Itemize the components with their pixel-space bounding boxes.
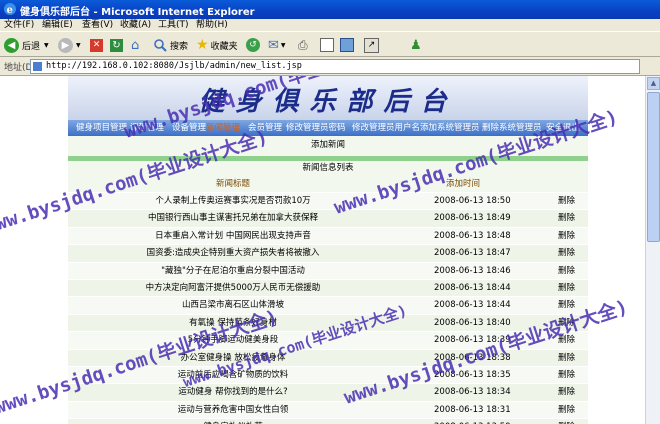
news-time: 2008-06-13 13:59 bbox=[434, 419, 511, 424]
refresh-button[interactable]: ↻ bbox=[110, 36, 123, 54]
delete-link[interactable]: 删除 bbox=[558, 419, 575, 424]
back-arrow-icon: ◀ bbox=[4, 37, 19, 53]
delete-link[interactable]: 删除 bbox=[558, 402, 575, 419]
ie-icon: e bbox=[4, 3, 16, 16]
search-label: 搜索 bbox=[170, 41, 189, 52]
chevron-down-icon: ▼ bbox=[280, 41, 286, 49]
print-icon: ⎙ bbox=[298, 37, 308, 52]
favorites-label: 收藏夹 bbox=[210, 41, 238, 52]
nav-change-username[interactable]: 修改管理员用户名 bbox=[352, 120, 420, 136]
nav-add-admin[interactable]: 添加系统管理员 bbox=[420, 120, 480, 136]
news-time: 2008-06-13 18:46 bbox=[434, 265, 511, 276]
news-time: 2008-06-13 18:48 bbox=[434, 230, 511, 241]
discuss-button[interactable] bbox=[340, 36, 354, 54]
forward-button[interactable]: ▶ ▼ bbox=[58, 36, 81, 54]
news-time: 2008-06-13 18:50 bbox=[434, 196, 511, 206]
news-title[interactable]: 中方决定向阿富汗提供5000万人民币无偿援助 bbox=[68, 280, 398, 297]
delete-link[interactable]: 删除 bbox=[558, 367, 575, 384]
news-title[interactable]: "藏独"分子在尼泊尔重启分裂中国活动 bbox=[68, 263, 398, 280]
news-title[interactable]: 国资委:造成央企特别重大资产损失者将被撤入 bbox=[68, 245, 398, 262]
address-input[interactable]: http://192.168.0.102:8080/Jsjlb/admin/ne… bbox=[30, 59, 640, 74]
news-row: 中国银行西山事主谋害托兄弟在加拿大获保释 2008-06-13 18:49 删除 bbox=[68, 209, 588, 228]
home-button[interactable]: ⌂ bbox=[131, 36, 139, 54]
news-row: 健身房礼仪礼节 2008-06-13 13:59 删除 bbox=[68, 418, 588, 424]
history-button[interactable]: ↺ bbox=[246, 36, 260, 54]
scroll-up-arrow-icon[interactable]: ▲ bbox=[647, 77, 660, 90]
news-title[interactable]: 日本重启入常计划 中国网民出现支持声音 bbox=[68, 228, 398, 245]
refresh-icon: ↻ bbox=[110, 38, 123, 52]
menu-edit[interactable]: 编辑(E) bbox=[42, 19, 73, 31]
menu-favorites[interactable]: 收藏(A) bbox=[120, 19, 151, 31]
news-time: 2008-06-13 18:44 bbox=[434, 300, 511, 311]
news-time: 2008-06-13 18:49 bbox=[434, 213, 511, 224]
news-time: 2008-06-13 18:34 bbox=[434, 387, 511, 398]
news-time: 2008-06-13 18:47 bbox=[434, 248, 511, 259]
delete-link[interactable]: 删除 bbox=[558, 228, 575, 245]
favorites-button[interactable]: ★ 收藏夹 bbox=[196, 36, 238, 54]
page-viewport: 健身俱乐部后台 健身项目管理 课程管理 设备管理 新闻管理 会员管理 修改管理员… bbox=[0, 76, 645, 424]
print-button[interactable]: ⎙ bbox=[298, 36, 308, 54]
news-row: 国资委:造成央企特别重大资产损失者将被撤入 2008-06-13 18:47 删除 bbox=[68, 244, 588, 263]
scroll-thumb[interactable] bbox=[647, 92, 660, 242]
window-title-bar: e 健身俱乐部后台 - Microsoft Internet Explorer bbox=[0, 0, 660, 19]
discuss-icon bbox=[340, 38, 354, 52]
news-time: 2008-06-13 18:40 bbox=[434, 317, 511, 328]
research-button[interactable]: ↗ bbox=[364, 36, 379, 54]
home-icon: ⌂ bbox=[131, 37, 140, 53]
news-row: 运动健身 帮你找到的是什么? 2008-06-13 18:34 删除 bbox=[68, 383, 588, 402]
menu-tools[interactable]: 工具(T) bbox=[158, 19, 189, 31]
window-title: 健身俱乐部后台 - Microsoft Internet Explorer bbox=[20, 7, 255, 18]
menu-help[interactable]: 帮助(H) bbox=[196, 19, 228, 31]
page-icon bbox=[33, 62, 42, 71]
delete-link[interactable]: 删除 bbox=[558, 245, 575, 262]
news-title[interactable]: 健身房礼仪礼节 bbox=[68, 419, 398, 424]
messenger-icon: ♟ bbox=[410, 37, 422, 53]
mail-icon: ✉ bbox=[268, 37, 279, 53]
mail-button[interactable]: ✉ ▼ bbox=[268, 36, 286, 54]
back-label: 后退 bbox=[22, 41, 41, 52]
news-row: 日本重启入常计划 中国网民出现支持声音 2008-06-13 18:48 删除 bbox=[68, 226, 588, 245]
back-button[interactable]: ◀ 后退 ▼ bbox=[4, 36, 49, 54]
news-row: "藏独"分子在尼泊尔重启分裂中国活动 2008-06-13 18:46 删除 bbox=[68, 261, 588, 280]
news-row: 运动与营养危害中国女性白领 2008-06-13 18:31 删除 bbox=[68, 400, 588, 419]
stop-button[interactable]: ✕ bbox=[90, 36, 103, 54]
delete-link[interactable]: 删除 bbox=[558, 263, 575, 280]
delete-link[interactable]: 删除 bbox=[558, 210, 575, 227]
edit-icon bbox=[320, 38, 334, 52]
star-icon: ★ bbox=[196, 37, 209, 53]
nav-project[interactable]: 健身项目管理 bbox=[76, 120, 127, 136]
delete-link[interactable]: 删除 bbox=[558, 350, 575, 367]
stop-icon: ✕ bbox=[90, 38, 103, 52]
research-icon: ↗ bbox=[364, 37, 379, 53]
delete-link[interactable]: 删除 bbox=[558, 280, 575, 297]
address-bar: 地址(D) http://192.168.0.102:8080/Jsjlb/ad… bbox=[0, 57, 660, 76]
news-row: 中方决定向阿富汗提供5000万人民币无偿援助 2008-06-13 18:44 删除 bbox=[68, 279, 588, 297]
search-icon bbox=[154, 38, 167, 52]
chevron-down-icon: ▼ bbox=[44, 41, 49, 49]
menu-file[interactable]: 文件(F) bbox=[4, 19, 34, 31]
news-time: 2008-06-13 18:44 bbox=[434, 283, 511, 293]
chevron-down-icon: ▼ bbox=[76, 41, 81, 49]
news-time: 2008-06-13 18:31 bbox=[434, 404, 511, 415]
svg-text:e: e bbox=[7, 5, 13, 16]
vertical-scrollbar[interactable]: ▲ bbox=[645, 76, 660, 424]
delete-link[interactable]: 删除 bbox=[558, 193, 575, 210]
toolbar: ◀ 后退 ▼ ▶ ▼ ✕ ↻ ⌂ 搜索 ★ 收藏夹 ↺ ✉ ▼ ⎙ ↗ ♟ bbox=[0, 31, 660, 57]
forward-arrow-icon: ▶ bbox=[58, 37, 73, 53]
messenger-button[interactable]: ♟ bbox=[410, 36, 422, 54]
search-button[interactable]: 搜索 bbox=[154, 36, 188, 54]
address-url: http://192.168.0.102:8080/Jsjlb/admin/ne… bbox=[46, 61, 302, 71]
news-row: 个人录制上传奥运赛事实况是否罚款10万 2008-06-13 18:50 删除 bbox=[68, 192, 588, 210]
menu-bar: 文件(F) 编辑(E) 查看(V) 收藏(A) 工具(T) 帮助(H) bbox=[0, 19, 660, 31]
edit-button[interactable] bbox=[320, 36, 334, 54]
delete-link[interactable]: 删除 bbox=[558, 384, 575, 401]
news-title[interactable]: 山西吕梁市离石区山体滑坡 bbox=[68, 297, 398, 314]
news-row: 山西吕梁市离石区山体滑坡 2008-06-13 18:44 删除 bbox=[68, 296, 588, 315]
nav-change-password[interactable]: 修改管理员密码 bbox=[286, 120, 346, 136]
history-icon: ↺ bbox=[246, 38, 260, 52]
menu-view[interactable]: 查看(V) bbox=[82, 19, 113, 31]
